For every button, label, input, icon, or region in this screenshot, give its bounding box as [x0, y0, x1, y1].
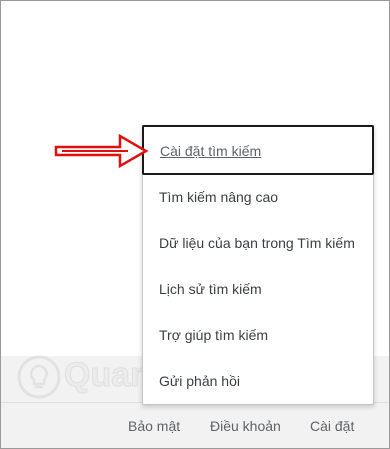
menu-item-search-help[interactable]: Trợ giúp tìm kiếm [143, 312, 373, 358]
footer-link-terms[interactable]: Điều khoản [210, 418, 281, 434]
footer-links: Bảo mật Điều khoản Cài đặt [0, 418, 390, 438]
footer-link-privacy[interactable]: Bảo mật [128, 418, 180, 434]
menu-item-your-data[interactable]: Dữ liệu của bạn trong Tìm kiếm [143, 220, 373, 266]
footer-link-settings[interactable]: Cài đặt [310, 418, 354, 434]
menu-item-send-feedback[interactable]: Gửi phản hồi [143, 358, 373, 404]
menu-item-advanced-search[interactable]: Tìm kiếm nâng cao [143, 174, 373, 220]
red-arrow-icon [54, 133, 149, 169]
menu-item-search-settings[interactable]: Cài đặt tìm kiếm [142, 125, 374, 175]
settings-dropdown-menu: Cài đặt tìm kiếm Tìm kiếm nâng cao Dữ li… [142, 125, 374, 405]
menu-item-search-history[interactable]: Lịch sử tìm kiếm [143, 266, 373, 312]
